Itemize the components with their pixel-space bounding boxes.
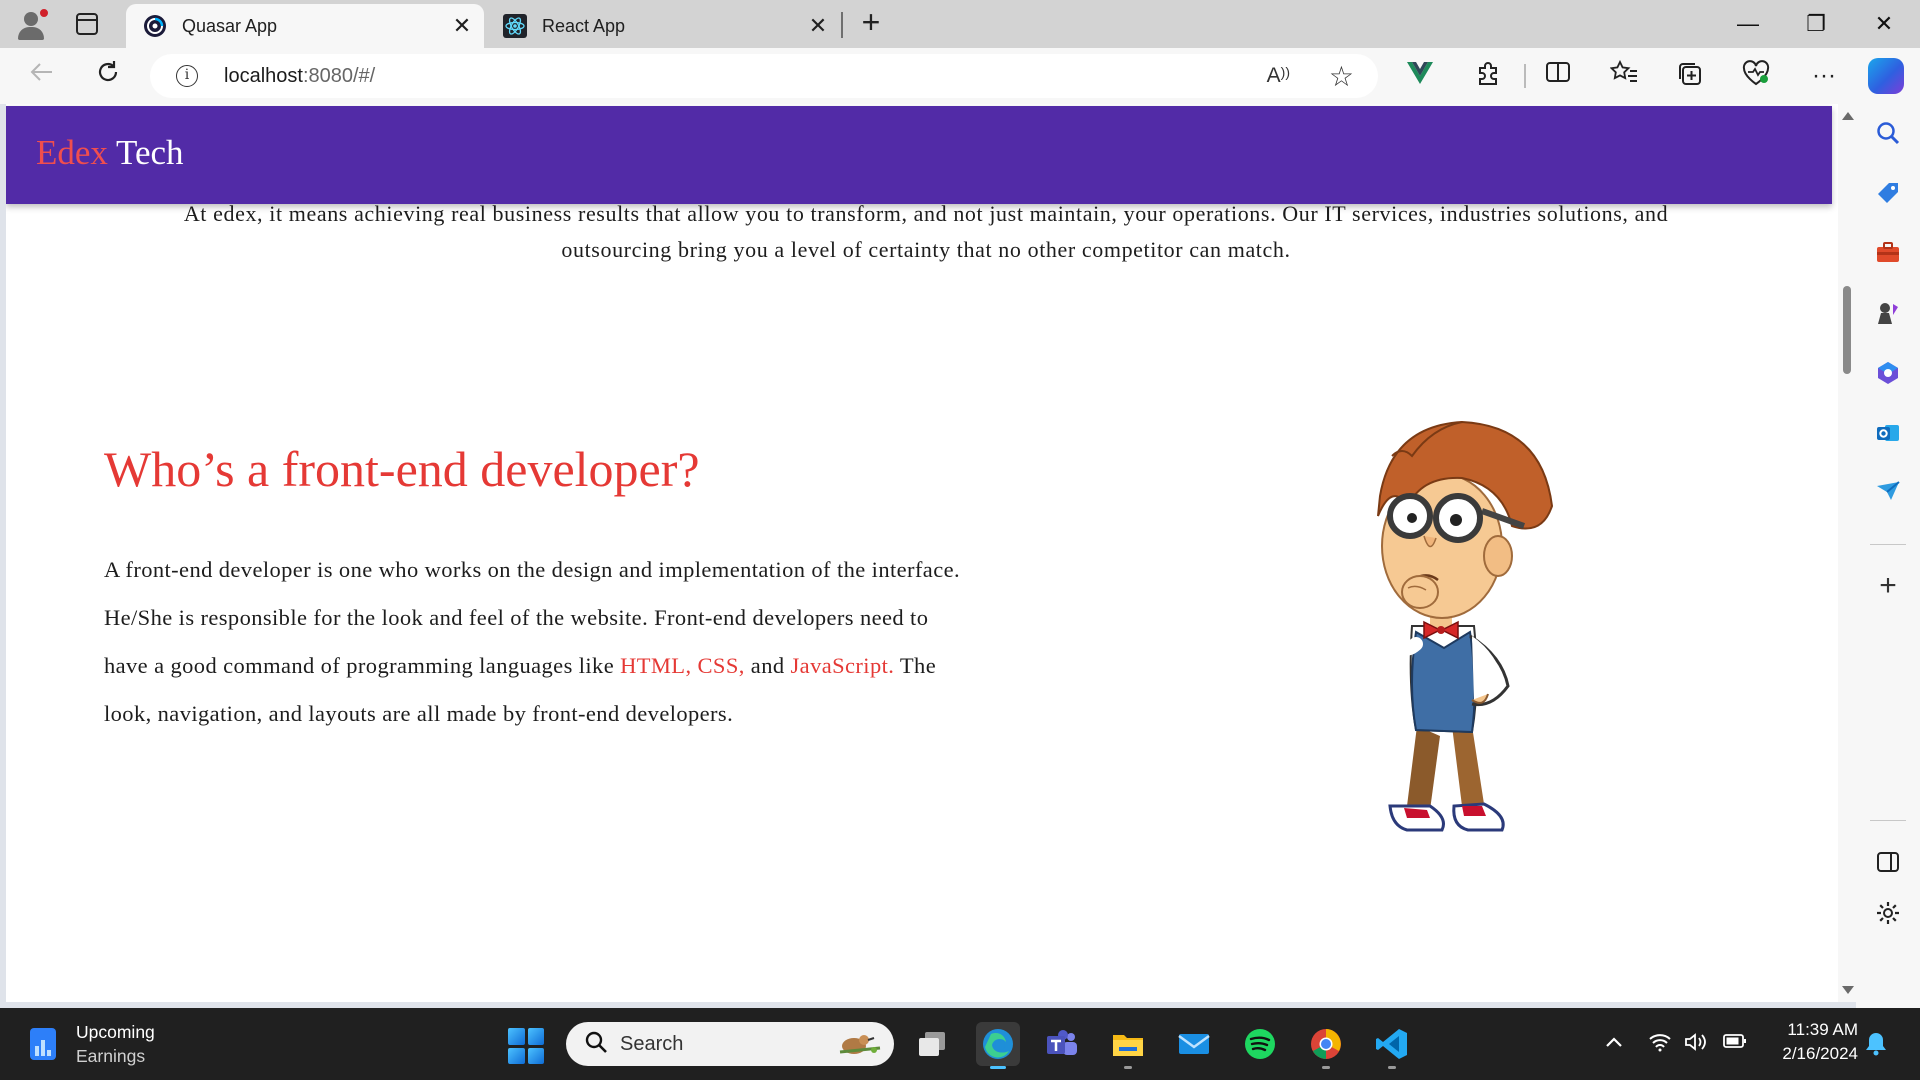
site-header: Edex Tech: [6, 106, 1832, 204]
send-icon[interactable]: [1872, 480, 1904, 512]
collections-icon[interactable]: [1674, 60, 1706, 92]
widget-text[interactable]: Upcoming Earnings: [76, 1020, 155, 1068]
teams-icon[interactable]: [1040, 1022, 1084, 1066]
sidebar-toggle-icon[interactable]: [1872, 850, 1904, 882]
tab-title: React App: [542, 15, 626, 36]
stocks-widget-icon[interactable]: [28, 1026, 58, 1062]
read-aloud-icon[interactable]: A)): [1267, 64, 1290, 88]
copilot-icon[interactable]: [1868, 58, 1904, 94]
intro-text: At edex, it means achieving real busines…: [183, 201, 1669, 262]
close-window-button[interactable]: ✕: [1864, 8, 1904, 40]
games-icon[interactable]: [1872, 300, 1904, 332]
address-bar[interactable]: i localhost:8080/#/ A)) ☆: [150, 54, 1378, 98]
favorite-star-icon[interactable]: ☆: [1329, 60, 1354, 93]
start-button[interactable]: [508, 1028, 544, 1064]
javascript-link: JavaScript.: [790, 653, 895, 678]
chrome-icon[interactable]: [1304, 1022, 1348, 1069]
thinking-developer-illustration: [1377, 420, 1554, 832]
brand-edex: Edex: [36, 133, 108, 172]
search-label: Search: [620, 1033, 684, 1055]
search-icon: [584, 1030, 608, 1061]
page-scrollbar[interactable]: [1838, 104, 1856, 1002]
info-icon[interactable]: i: [176, 65, 198, 87]
tab-actions-icon[interactable]: [76, 13, 98, 35]
close-tab-icon[interactable]: ✕: [450, 14, 474, 38]
quasar-logo-icon: [142, 13, 168, 39]
restore-button[interactable]: ❐: [1796, 8, 1836, 40]
profile-avatar-icon[interactable]: [14, 8, 49, 42]
minimize-button[interactable]: —: [1728, 8, 1768, 40]
vue-devtools-icon[interactable]: [1404, 60, 1436, 92]
edge-sidebar: +: [1856, 104, 1920, 1008]
section-heading: Who’s a front-end developer?: [104, 441, 700, 497]
shopping-tag-icon[interactable]: [1872, 180, 1904, 212]
url-text: localhost:8080/#/: [224, 65, 376, 87]
favorites-icon[interactable]: [1608, 59, 1640, 92]
tab-strip: Quasar App ✕ React App ✕ + — ❐ ✕: [0, 0, 1920, 48]
extensions-icon[interactable]: [1472, 60, 1504, 92]
scroll-thumb[interactable]: [1843, 286, 1851, 374]
task-view-icon[interactable]: [910, 1022, 954, 1066]
split-screen-icon[interactable]: [1542, 60, 1574, 92]
taskbar-search[interactable]: Search: [566, 1022, 894, 1066]
add-icon[interactable]: +: [1872, 570, 1904, 602]
section-paragraph: A front-end developer is one who works o…: [104, 557, 960, 726]
microsoft-365-icon[interactable]: [1872, 360, 1904, 392]
site-logo[interactable]: Edex Tech: [36, 133, 184, 173]
close-tab-icon[interactable]: ✕: [806, 14, 830, 38]
css-link: CSS,: [697, 653, 745, 678]
tray-overflow-icon[interactable]: [1604, 1032, 1624, 1055]
edge-icon[interactable]: [976, 1022, 1020, 1069]
brand-tech: Tech: [116, 133, 184, 172]
toolbar-separator: [1524, 64, 1526, 88]
mail-icon[interactable]: [1172, 1022, 1216, 1066]
browser-toolbar: i localhost:8080/#/ A)) ☆ ···: [0, 48, 1920, 104]
battery-icon[interactable]: [1722, 1032, 1748, 1056]
sidebar-divider: [1870, 544, 1906, 545]
outlook-icon[interactable]: [1872, 420, 1904, 452]
system-clock[interactable]: 11:39 AM 2/16/2024: [1754, 1018, 1858, 1066]
spotify-icon[interactable]: [1238, 1022, 1282, 1066]
volume-icon[interactable]: [1684, 1032, 1710, 1058]
wifi-icon[interactable]: [1648, 1032, 1672, 1058]
sidebar-divider: [1870, 820, 1906, 821]
react-logo-icon: [502, 13, 528, 39]
more-icon[interactable]: ···: [1808, 60, 1840, 92]
web-page: Edex Tech At edex, it means achieving re…: [6, 104, 1838, 1002]
browser-essentials-icon[interactable]: [1740, 60, 1772, 92]
new-tab-button[interactable]: +: [856, 6, 886, 38]
scroll-up-arrow[interactable]: [1842, 112, 1854, 120]
tab-react-app[interactable]: React App ✕: [486, 4, 840, 48]
search-icon[interactable]: [1872, 120, 1904, 152]
file-explorer-icon[interactable]: [1106, 1022, 1150, 1069]
refresh-icon[interactable]: [90, 58, 126, 94]
tab-quasar-app[interactable]: Quasar App ✕: [126, 4, 484, 48]
html-link: HTML,: [620, 653, 692, 678]
scroll-down-arrow[interactable]: [1842, 986, 1854, 994]
vscode-icon[interactable]: [1370, 1022, 1414, 1069]
tab-separator: [841, 12, 843, 38]
windows-taskbar: Upcoming Earnings Search 11:39 AM 2/16/2…: [0, 1008, 1920, 1080]
tab-title: Quasar App: [182, 15, 278, 36]
bing-highlight-icon: [836, 1028, 882, 1067]
settings-icon[interactable]: [1872, 900, 1904, 932]
notification-bell-icon[interactable]: [1864, 1030, 1888, 1063]
back-icon[interactable]: [24, 58, 60, 94]
tools-icon[interactable]: [1872, 240, 1904, 272]
